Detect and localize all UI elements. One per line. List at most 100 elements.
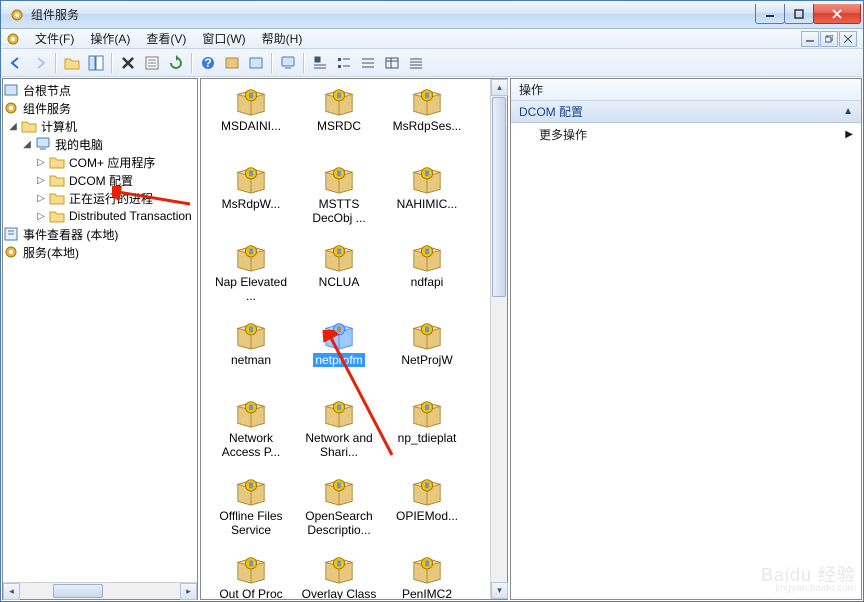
- close-button[interactable]: [813, 4, 861, 24]
- grid-item-label: OPIEMod...: [396, 509, 458, 523]
- grid-item[interactable]: Nap Elevated ...: [209, 241, 293, 317]
- content-pane: MSDAINI... MSRDC MsRdpSes... MsRdpW... MSTTS…: [200, 78, 508, 600]
- scroll-thumb[interactable]: [492, 97, 506, 297]
- connect-button[interactable]: [277, 52, 299, 74]
- package-icon: [233, 397, 269, 429]
- grid-item[interactable]: MSDAINI...: [209, 85, 293, 161]
- content-vscrollbar[interactable]: ▴ ▾: [490, 79, 507, 599]
- scroll-down-button[interactable]: ▾: [491, 582, 508, 599]
- grid-item-label: MsRdpW...: [222, 197, 281, 211]
- scroll-thumb[interactable]: [53, 584, 103, 598]
- grid-item[interactable]: NetProjW: [385, 319, 469, 395]
- grid-item[interactable]: MSRDC: [297, 85, 381, 161]
- grid-item[interactable]: Network Access P...: [209, 397, 293, 473]
- svg-text:?: ?: [204, 56, 211, 70]
- package-icon: [233, 241, 269, 273]
- grid-item[interactable]: ndfapi: [385, 241, 469, 317]
- grid-item-label: np_tdieplat: [398, 431, 457, 445]
- expand-icon[interactable]: ◢: [21, 138, 33, 150]
- view-detail-button[interactable]: [381, 52, 403, 74]
- menu-action[interactable]: 操作(A): [82, 28, 138, 49]
- menu-file[interactable]: 文件(F): [27, 28, 82, 49]
- nav-back-button[interactable]: [5, 52, 27, 74]
- nav-forward-button[interactable]: [29, 52, 51, 74]
- expand-icon[interactable]: ◢: [7, 120, 19, 132]
- up-button[interactable]: [61, 52, 83, 74]
- grid-item-label: ndfapi: [411, 275, 444, 289]
- mdi-minimize-button[interactable]: [801, 31, 819, 47]
- scroll-up-button[interactable]: ▴: [491, 79, 508, 96]
- show-tree-button[interactable]: [85, 52, 107, 74]
- package-icon: [321, 475, 357, 507]
- expand-icon[interactable]: ▷: [35, 192, 47, 204]
- view-large-button[interactable]: [309, 52, 331, 74]
- grid-item[interactable]: NCLUA: [297, 241, 381, 317]
- grid-item[interactable]: Offline Files Service: [209, 475, 293, 551]
- tree-hscrollbar[interactable]: ◂ ▸: [3, 582, 197, 599]
- actions-section[interactable]: DCOM 配置 ▲: [511, 101, 861, 123]
- properties-button[interactable]: [141, 52, 163, 74]
- tree-computers[interactable]: ◢计算机: [3, 117, 197, 135]
- view-small-button[interactable]: [333, 52, 355, 74]
- expand-icon[interactable]: ▷: [35, 210, 47, 222]
- package-icon: [409, 319, 445, 351]
- mdi-close-button[interactable]: [839, 31, 857, 47]
- grid-item[interactable]: np_tdieplat: [385, 397, 469, 473]
- view-list-button[interactable]: [357, 52, 379, 74]
- export-button[interactable]: [245, 52, 267, 74]
- maximize-button[interactable]: [784, 4, 814, 24]
- scroll-right-button[interactable]: ▸: [180, 583, 197, 600]
- actions-more-label: 更多操作: [539, 126, 587, 143]
- grid-item-label: Network Access P...: [210, 431, 292, 459]
- view-status-button[interactable]: [405, 52, 427, 74]
- tree-comapps[interactable]: ▷COM+ 应用程序: [3, 153, 197, 171]
- tree-root[interactable]: 台根节点: [3, 81, 197, 99]
- tree[interactable]: 台根节点 组件服务 ◢计算机 ◢我的电脑 ▷COM+ 应用程序 ▷DCOM 配置…: [3, 79, 197, 582]
- grid-item-label: netprofm: [313, 353, 364, 367]
- grid-item-label: OpenSearch Descriptio...: [298, 509, 380, 537]
- grid-item[interactable]: netman: [209, 319, 293, 395]
- minimize-button[interactable]: [755, 4, 785, 24]
- grid-item[interactable]: PenIMC2: [385, 553, 469, 599]
- tree-dcomconfig[interactable]: ▷DCOM 配置: [3, 171, 197, 189]
- grid-item[interactable]: NAHIMIC...: [385, 163, 469, 239]
- grid-item[interactable]: MSTTS DecObj ...: [297, 163, 381, 239]
- mdi-restore-button[interactable]: [820, 31, 838, 47]
- help-button[interactable]: ?: [197, 52, 219, 74]
- expand-icon[interactable]: ▷: [35, 156, 47, 168]
- menu-help[interactable]: 帮助(H): [254, 28, 311, 49]
- scroll-left-button[interactable]: ◂: [3, 583, 20, 600]
- grid-item[interactable]: Network and Shari...: [297, 397, 381, 473]
- tree-dtc[interactable]: ▷Distributed Transaction: [3, 207, 197, 225]
- tree-services[interactable]: 服务(本地): [3, 243, 197, 261]
- grid-item[interactable]: Out Of Proc Mapi Han: [209, 553, 293, 599]
- tree-runningproc[interactable]: ▷正在运行的进程: [3, 189, 197, 207]
- grid-item-label: MsRdpSes...: [393, 119, 462, 133]
- grid-item[interactable]: MsRdpW...: [209, 163, 293, 239]
- tree-compsvc[interactable]: 组件服务: [3, 99, 197, 117]
- grid-item[interactable]: OpenSearch Descriptio...: [297, 475, 381, 551]
- actions-more[interactable]: 更多操作 ▶: [511, 123, 861, 145]
- grid-item[interactable]: OPIEMod...: [385, 475, 469, 551]
- items-grid[interactable]: MSDAINI... MSRDC MsRdpSes... MsRdpW... MSTTS…: [201, 79, 490, 599]
- refresh-button[interactable]: [165, 52, 187, 74]
- menu-window[interactable]: 窗口(W): [194, 28, 253, 49]
- grid-item[interactable]: Overlay Class: [297, 553, 381, 599]
- chevron-right-icon: ▶: [845, 129, 853, 140]
- menu-view[interactable]: 查看(V): [138, 28, 194, 49]
- grid-item-label: NetProjW: [401, 353, 452, 367]
- package-icon: [233, 319, 269, 351]
- grid-item[interactable]: netprofm: [297, 319, 381, 395]
- actions-pane: 操作 DCOM 配置 ▲ 更多操作 ▶: [510, 78, 862, 600]
- package-icon: [321, 553, 357, 585]
- package-icon: [321, 241, 357, 273]
- delete-button[interactable]: [117, 52, 139, 74]
- tree-eventviewer[interactable]: 事件查看器 (本地): [3, 225, 197, 243]
- install-button[interactable]: [221, 52, 243, 74]
- grid-item-label: MSDAINI...: [221, 119, 281, 133]
- grid-item[interactable]: MsRdpSes...: [385, 85, 469, 161]
- expand-icon[interactable]: ▷: [35, 174, 47, 186]
- tree-mycomputer[interactable]: ◢我的电脑: [3, 135, 197, 153]
- package-icon: [233, 553, 269, 585]
- window-title: 组件服务: [31, 6, 756, 23]
